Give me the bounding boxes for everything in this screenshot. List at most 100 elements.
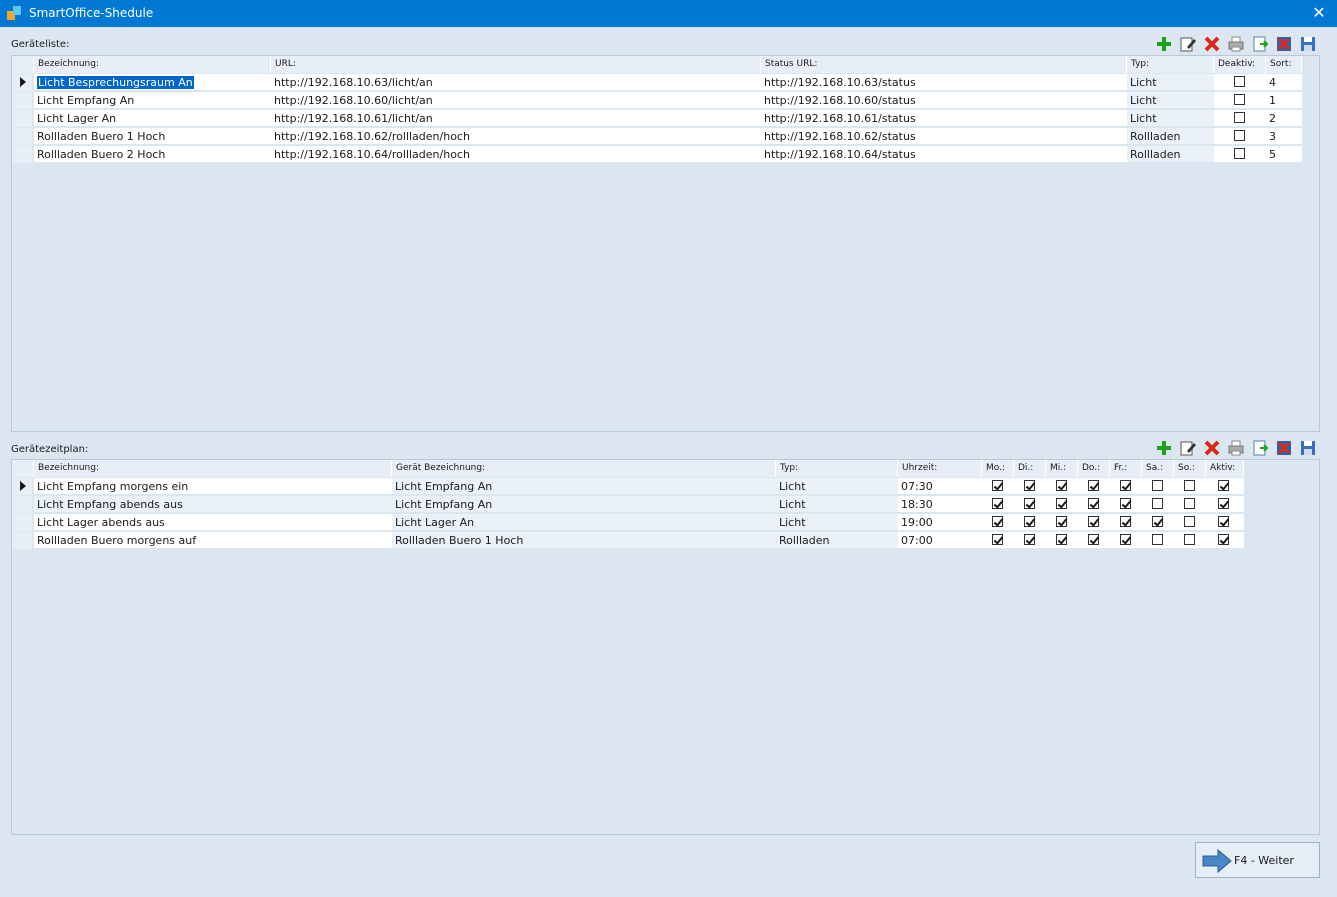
table-row[interactable]: Licht Empfang An http://192.168.10.60/li…: [12, 92, 1302, 110]
col-header-sa[interactable]: Sa.:: [1142, 460, 1174, 477]
day-mo-checkbox[interactable]: [992, 498, 1003, 509]
deactivated-checkbox[interactable]: [1234, 148, 1245, 159]
day-mi-checkbox[interactable]: [1056, 480, 1067, 491]
col-header-so[interactable]: So.:: [1174, 460, 1206, 477]
add-schedule-button[interactable]: [1154, 438, 1174, 458]
day-di-checkbox[interactable]: [1024, 534, 1035, 545]
day-mi-checkbox[interactable]: [1056, 534, 1067, 545]
deactivated-checkbox[interactable]: [1234, 112, 1245, 123]
device-type-cell[interactable]: Rollladen: [1127, 128, 1214, 145]
export-schedule-button[interactable]: [1250, 438, 1270, 458]
day-fr-checkbox[interactable]: [1120, 498, 1131, 509]
device-type-cell[interactable]: Licht: [1127, 92, 1214, 109]
table-row[interactable]: Licht Besprechungsraum An http://192.168…: [12, 74, 1302, 92]
day-mo-checkbox[interactable]: [992, 534, 1003, 545]
day-do-checkbox[interactable]: [1088, 498, 1099, 509]
day-sa-checkbox[interactable]: [1152, 516, 1163, 527]
schedule-time-cell[interactable]: 18:30: [898, 496, 982, 513]
table-row[interactable]: Rollladen Buero 1 Hoch http://192.168.10…: [12, 128, 1302, 146]
clear-device-button[interactable]: [1274, 34, 1294, 54]
col-header-active[interactable]: Aktiv:: [1206, 460, 1244, 477]
day-mo-checkbox[interactable]: [992, 516, 1003, 527]
day-fr-checkbox[interactable]: [1120, 480, 1131, 491]
deactivated-checkbox[interactable]: [1234, 130, 1245, 141]
device-status-url-cell[interactable]: http://192.168.10.64/status: [761, 146, 1127, 163]
print-device-button[interactable]: [1226, 34, 1246, 54]
day-mi-checkbox[interactable]: [1056, 516, 1067, 527]
schedule-device-cell[interactable]: Rollladen Buero 1 Hoch: [392, 532, 776, 549]
clear-schedule-button[interactable]: [1274, 438, 1294, 458]
device-url-cell[interactable]: http://192.168.10.62/rollladen/hoch: [271, 128, 761, 145]
col-header-status-url[interactable]: Status URL:: [761, 56, 1127, 73]
col-header-name[interactable]: Bezeichnung:: [34, 460, 392, 477]
device-url-cell[interactable]: http://192.168.10.63/licht/an: [271, 74, 761, 91]
edit-device-button[interactable]: [1178, 34, 1198, 54]
day-do-checkbox[interactable]: [1088, 480, 1099, 491]
day-so-checkbox[interactable]: [1184, 534, 1195, 545]
device-url-cell[interactable]: http://192.168.10.61/licht/an: [271, 110, 761, 127]
col-header-fr[interactable]: Fr.:: [1110, 460, 1142, 477]
device-url-cell[interactable]: http://192.168.10.60/licht/an: [271, 92, 761, 109]
col-header-type[interactable]: Typ:: [776, 460, 898, 477]
table-row[interactable]: Licht Empfang abends aus Licht Empfang A…: [12, 496, 1244, 514]
device-type-cell[interactable]: Rollladen: [1127, 146, 1214, 163]
device-name-cell[interactable]: Licht Lager An: [34, 110, 271, 127]
add-device-button[interactable]: [1154, 34, 1174, 54]
export-device-button[interactable]: [1250, 34, 1270, 54]
deactivated-checkbox[interactable]: [1234, 76, 1245, 87]
schedule-device-cell[interactable]: Licht Empfang An: [392, 478, 776, 495]
schedule-device-cell[interactable]: Licht Empfang An: [392, 496, 776, 513]
day-so-checkbox[interactable]: [1184, 498, 1195, 509]
device-sort-cell[interactable]: 2: [1266, 110, 1302, 127]
col-header-mo[interactable]: Mo.:: [982, 460, 1014, 477]
print-schedule-button[interactable]: [1226, 438, 1246, 458]
schedule-type-cell[interactable]: Rollladen: [776, 532, 898, 549]
col-header-sort[interactable]: Sort:: [1266, 56, 1302, 73]
delete-schedule-button[interactable]: [1202, 438, 1222, 458]
device-status-url-cell[interactable]: http://192.168.10.60/status: [761, 92, 1127, 109]
day-so-checkbox[interactable]: [1184, 480, 1195, 491]
day-di-checkbox[interactable]: [1024, 480, 1035, 491]
active-checkbox[interactable]: [1218, 534, 1229, 545]
device-type-cell[interactable]: Licht: [1127, 74, 1214, 91]
close-button[interactable]: ✕: [1307, 2, 1331, 24]
schedule-time-cell[interactable]: 19:00: [898, 514, 982, 531]
next-button[interactable]: F4 - Weiter: [1195, 842, 1320, 878]
table-row[interactable]: Licht Lager An http://192.168.10.61/lich…: [12, 110, 1302, 128]
table-row[interactable]: Licht Empfang morgens ein Licht Empfang …: [12, 478, 1244, 496]
device-name-cell[interactable]: Licht Empfang An: [34, 92, 271, 109]
edit-schedule-button[interactable]: [1178, 438, 1198, 458]
device-status-url-cell[interactable]: http://192.168.10.63/status: [761, 74, 1127, 91]
device-url-cell[interactable]: http://192.168.10.64/rollladen/hoch: [271, 146, 761, 163]
day-do-checkbox[interactable]: [1088, 516, 1099, 527]
col-header-url[interactable]: URL:: [271, 56, 761, 73]
schedule-type-cell[interactable]: Licht: [776, 496, 898, 513]
device-sort-cell[interactable]: 3: [1266, 128, 1302, 145]
col-header-device[interactable]: Gerät Bezeichnung:: [392, 460, 776, 477]
day-do-checkbox[interactable]: [1088, 534, 1099, 545]
device-name-cell[interactable]: Rollladen Buero 1 Hoch: [34, 128, 271, 145]
col-header-do[interactable]: Do.:: [1078, 460, 1110, 477]
active-checkbox[interactable]: [1218, 480, 1229, 491]
active-checkbox[interactable]: [1218, 498, 1229, 509]
save-schedule-button[interactable]: [1298, 438, 1318, 458]
day-mo-checkbox[interactable]: [992, 480, 1003, 491]
day-sa-checkbox[interactable]: [1152, 498, 1163, 509]
day-di-checkbox[interactable]: [1024, 498, 1035, 509]
table-row[interactable]: Rollladen Buero 2 Hoch http://192.168.10…: [12, 146, 1302, 164]
day-fr-checkbox[interactable]: [1120, 516, 1131, 527]
deactivated-checkbox[interactable]: [1234, 94, 1245, 105]
device-sort-cell[interactable]: 4: [1266, 74, 1302, 91]
save-device-button[interactable]: [1298, 34, 1318, 54]
schedule-type-cell[interactable]: Licht: [776, 478, 898, 495]
day-di-checkbox[interactable]: [1024, 516, 1035, 527]
schedule-name-cell[interactable]: Rollladen Buero morgens auf: [34, 532, 392, 549]
day-sa-checkbox[interactable]: [1152, 534, 1163, 545]
col-header-name[interactable]: Bezeichnung:: [34, 56, 271, 73]
day-mi-checkbox[interactable]: [1056, 498, 1067, 509]
device-status-url-cell[interactable]: http://192.168.10.62/status: [761, 128, 1127, 145]
schedule-name-cell[interactable]: Licht Empfang morgens ein: [34, 478, 392, 495]
device-sort-cell[interactable]: 1: [1266, 92, 1302, 109]
col-header-deactivated[interactable]: Deaktiv:: [1214, 56, 1266, 73]
device-type-cell[interactable]: Licht: [1127, 110, 1214, 127]
